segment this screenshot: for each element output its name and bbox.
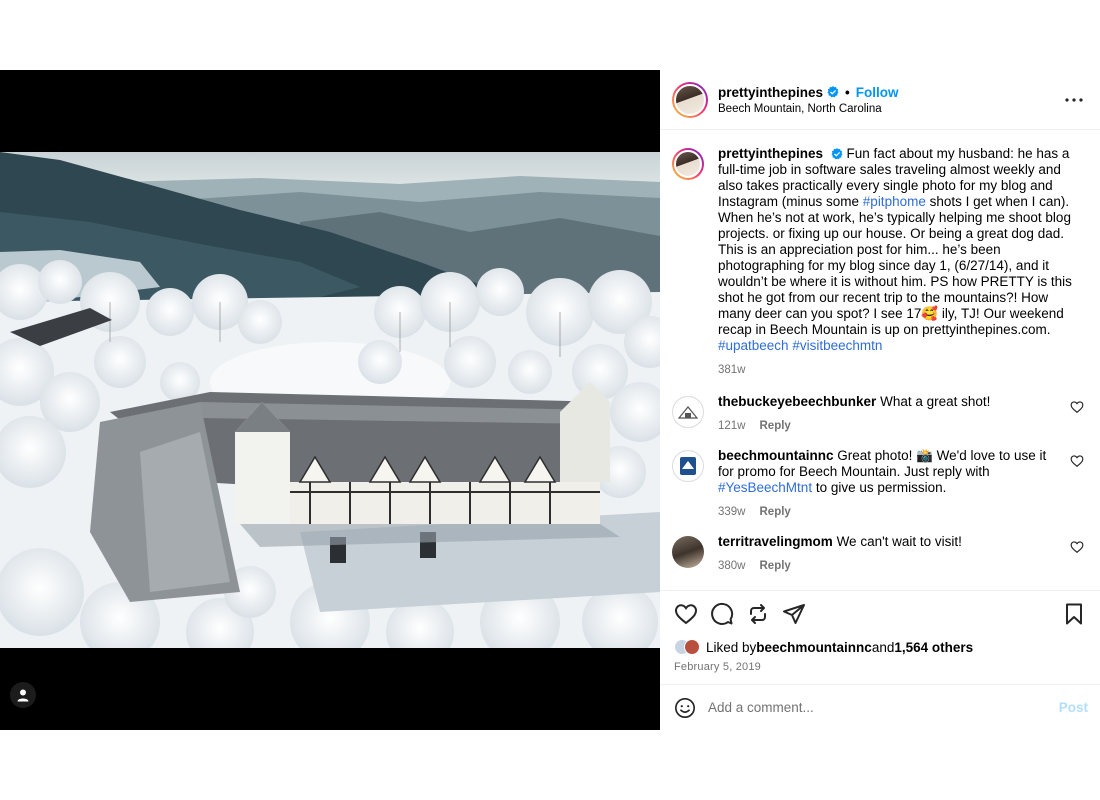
comment-text: What a great shot! — [880, 394, 991, 409]
comment-item: territravelingmom We can't wait to visit… — [672, 534, 1084, 574]
author-avatar[interactable] — [672, 81, 708, 118]
hashtag-link[interactable]: #upatbeech — [718, 338, 789, 353]
comment-username[interactable]: thebuckeyebeechbunker — [718, 394, 876, 409]
post-location[interactable]: Beech Mountain, North Carolina — [718, 103, 1062, 115]
liker-avatars[interactable] — [674, 639, 700, 655]
comment-like-heart-icon[interactable] — [1070, 400, 1084, 414]
commenter-avatar[interactable] — [672, 536, 704, 568]
caption-text-2: shots I get when I can). When he’s not a… — [718, 194, 1072, 337]
instagram-post: prettyinthepines • Follow Beech Mountain… — [0, 70, 1100, 730]
comments-list: prettyinthepines Fun fact about my husba… — [660, 130, 1100, 590]
caption-avatar[interactable] — [672, 148, 704, 180]
repost-icon[interactable] — [746, 602, 770, 626]
separator-dot: • — [845, 84, 850, 100]
likes-count[interactable]: 1,564 others — [894, 640, 973, 655]
more-horizontal-icon — [1065, 97, 1083, 102]
author-username[interactable]: prettyinthepines — [718, 85, 823, 100]
bookmark-icon[interactable] — [1062, 602, 1086, 626]
paper-plane-icon[interactable] — [782, 602, 806, 626]
likes-summary: Liked by beechmountainnc and 1,564 other… — [674, 639, 1086, 655]
comment-time[interactable]: 121w — [718, 418, 746, 434]
post-details-panel: prettyinthepines • Follow Beech Mountain… — [660, 70, 1100, 730]
caption-username[interactable]: prettyinthepines — [718, 146, 823, 161]
user-tag-button[interactable] — [10, 682, 36, 708]
liked-by-user[interactable]: beechmountainnc — [756, 640, 872, 655]
comment-text-2: to give us permission. — [812, 480, 947, 495]
hashtag-link[interactable]: #visitbeechmtn — [792, 338, 882, 353]
verified-badge-icon — [827, 86, 839, 98]
comment-time[interactable]: 339w — [718, 504, 746, 520]
post-photo[interactable] — [0, 152, 660, 648]
comment-input[interactable] — [708, 700, 1059, 715]
comment-item: thebuckeyebeechbunker What a great shot!… — [672, 394, 1084, 434]
comment-item: beechmountainnc Great photo! 📸 We'd love… — [672, 448, 1084, 520]
comment-like-heart-icon[interactable] — [1070, 540, 1084, 554]
reply-button[interactable]: Reply — [760, 504, 791, 520]
user-tag-icon — [17, 689, 29, 702]
hashtag-link[interactable]: #pitphome — [863, 194, 926, 209]
comment-time[interactable]: 380w — [718, 558, 746, 574]
commenter-avatar[interactable] — [672, 396, 704, 428]
hashtag-link[interactable]: #YesBeechMtnt — [718, 480, 812, 495]
comment-like-heart-icon[interactable] — [1070, 454, 1084, 468]
commenter-avatar[interactable] — [672, 450, 704, 482]
heart-icon[interactable] — [674, 602, 698, 626]
caption: prettyinthepines Fun fact about my husba… — [672, 146, 1084, 378]
reply-button[interactable]: Reply — [760, 418, 791, 434]
post-header: prettyinthepines • Follow Beech Mountain… — [660, 70, 1100, 130]
add-comment-bar: Post — [660, 684, 1100, 730]
more-options-button[interactable] — [1062, 88, 1086, 112]
post-media — [0, 70, 660, 730]
post-actions: Liked by beechmountainnc and 1,564 other… — [660, 590, 1100, 684]
verified-badge-icon — [831, 148, 843, 160]
comment-username[interactable]: territravelingmom — [718, 534, 833, 549]
comment-bubble-icon[interactable] — [710, 602, 734, 626]
caption-time[interactable]: 381w — [718, 362, 746, 378]
post-date[interactable]: February 5, 2019 — [674, 661, 1086, 673]
comment-text: We can't wait to visit! — [836, 534, 962, 549]
likes-prefix: Liked by — [706, 639, 757, 655]
smiley-icon[interactable] — [674, 697, 696, 719]
comment-username[interactable]: beechmountainnc — [718, 448, 834, 463]
post-comment-button[interactable]: Post — [1059, 700, 1088, 715]
follow-button[interactable]: Follow — [856, 85, 899, 100]
reply-button[interactable]: Reply — [760, 558, 791, 574]
likes-middle: and — [871, 639, 895, 655]
